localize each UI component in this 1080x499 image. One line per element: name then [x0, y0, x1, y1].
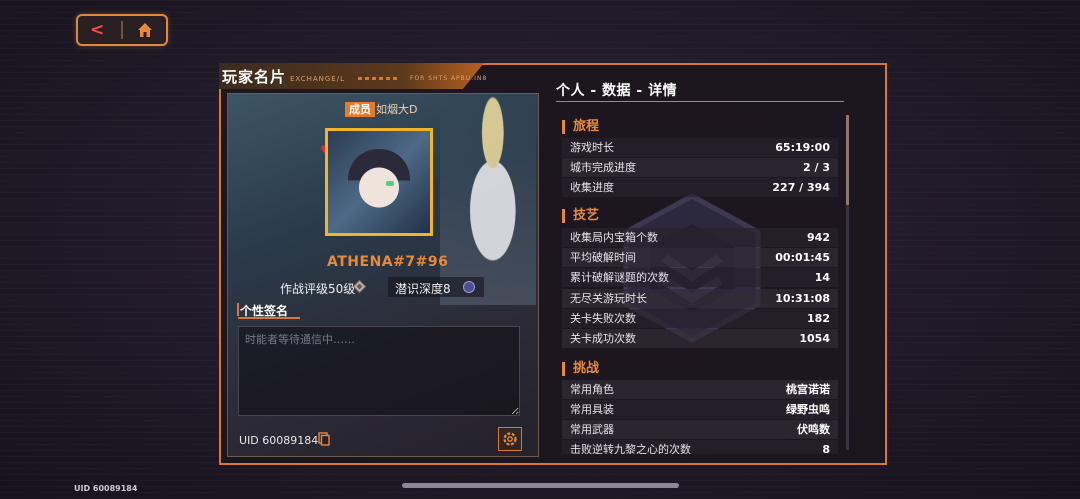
stat-value: 65:19:00 — [775, 141, 830, 154]
combat-rating: 作战评级50级 — [280, 282, 356, 296]
stat-value: 2 / 3 — [803, 161, 830, 174]
player-id: ATHENA#7#96 — [327, 254, 449, 270]
stat-row: 击败逆转九黎之心的次数 8 — [562, 440, 838, 454]
stat-row: 收集局内宝箱个数 942 — [562, 228, 838, 247]
rating-badge-icon — [353, 280, 366, 293]
stats-title-line — [556, 101, 844, 102]
stat-label: 累计破解谜题的次数 — [570, 271, 669, 284]
back-arrow-icon[interactable]: < — [90, 20, 104, 40]
member-badge: 成员 — [345, 102, 375, 117]
stat-value: 1054 — [799, 332, 830, 345]
nav-divider — [121, 21, 123, 39]
stat-label: 平均破解时间 — [570, 251, 636, 264]
stats-scrollbar-thumb[interactable] — [846, 115, 849, 205]
panel-title: 玩家名片 — [222, 68, 287, 86]
stat-row: 城市完成进度 2 / 3 — [562, 158, 838, 177]
footer-uid: UID 60089184 — [74, 484, 138, 493]
stat-row: 常用武器 伏鸣数 — [562, 420, 838, 439]
settings-button[interactable] — [498, 427, 522, 451]
stat-label: 收集进度 — [570, 181, 614, 194]
stat-value: 942 — [807, 231, 830, 244]
signature-marker — [237, 303, 239, 316]
stat-value: 桃宫诺诺 — [786, 383, 830, 396]
stat-value: 伏鸣数 — [797, 423, 830, 436]
stat-label: 常用武器 — [570, 423, 614, 436]
stat-row: 累计破解谜题的次数 14 — [562, 268, 838, 287]
stat-row: 常用角色 桃宫诺诺 — [562, 380, 838, 399]
stat-row: 常用具装 绿野虫鸣 — [562, 400, 838, 419]
stat-row: 无尽关游玩时长 10:31:08 — [562, 289, 838, 308]
header-tag-right: FOR SHTS APBU.IN8 — [410, 75, 488, 82]
stat-row: 平均破解时间 00:01:45 — [562, 248, 838, 267]
avatar-portrait — [348, 149, 410, 219]
stat-row: 关卡成功次数 1054 — [562, 329, 838, 348]
stat-value: 14 — [814, 271, 830, 284]
card-uid: UID 60089184 — [239, 434, 319, 447]
stat-label: 关卡失败次数 — [570, 312, 636, 325]
stat-label: 关卡成功次数 — [570, 332, 636, 345]
section-journey: 旅程 — [562, 120, 599, 134]
stat-label: 游戏时长 — [570, 141, 614, 154]
stat-value: 绿野虫鸣 — [786, 403, 830, 416]
stat-value: 8 — [822, 443, 830, 454]
stat-label: 收集局内宝箱个数 — [570, 231, 658, 244]
section-challenge: 挑战 — [562, 362, 599, 376]
stat-value: 00:01:45 — [775, 251, 830, 264]
depth-orb-icon — [463, 281, 475, 293]
stat-value: 10:31:08 — [775, 292, 830, 305]
stat-row: 游戏时长 65:19:00 — [562, 138, 838, 157]
stats-title: 个人 - 数据 - 详情 — [556, 83, 678, 99]
stat-row: 收集进度 227 / 394 — [562, 178, 838, 197]
stat-label: 常用具装 — [570, 403, 614, 416]
member-name: 如烟大D — [376, 103, 418, 116]
home-icon[interactable] — [136, 21, 154, 39]
stat-label: 无尽关游玩时长 — [570, 292, 647, 305]
gear-icon — [503, 432, 517, 446]
avatar[interactable] — [325, 128, 433, 236]
stat-label: 常用角色 — [570, 383, 614, 396]
header-dots — [358, 77, 398, 80]
nav-pill: < — [76, 14, 168, 46]
copy-icon[interactable] — [318, 432, 330, 446]
stat-label: 击败逆转九黎之心的次数 — [570, 443, 691, 454]
header-tag-left: EXCHANGE/L — [290, 75, 345, 83]
home-indicator[interactable] — [402, 483, 679, 488]
avatar-eye — [386, 181, 394, 186]
signature-underline — [238, 317, 300, 319]
stat-value: 227 / 394 — [772, 181, 830, 194]
stat-value: 182 — [807, 312, 830, 325]
stat-row: 关卡失败次数 182 — [562, 309, 838, 328]
stat-label: 城市完成进度 — [570, 161, 636, 174]
signature-input[interactable] — [238, 326, 520, 416]
subconscious-depth: 潜识深度8 — [395, 282, 451, 296]
section-skill: 技艺 — [562, 209, 599, 223]
character-art — [440, 95, 536, 305]
